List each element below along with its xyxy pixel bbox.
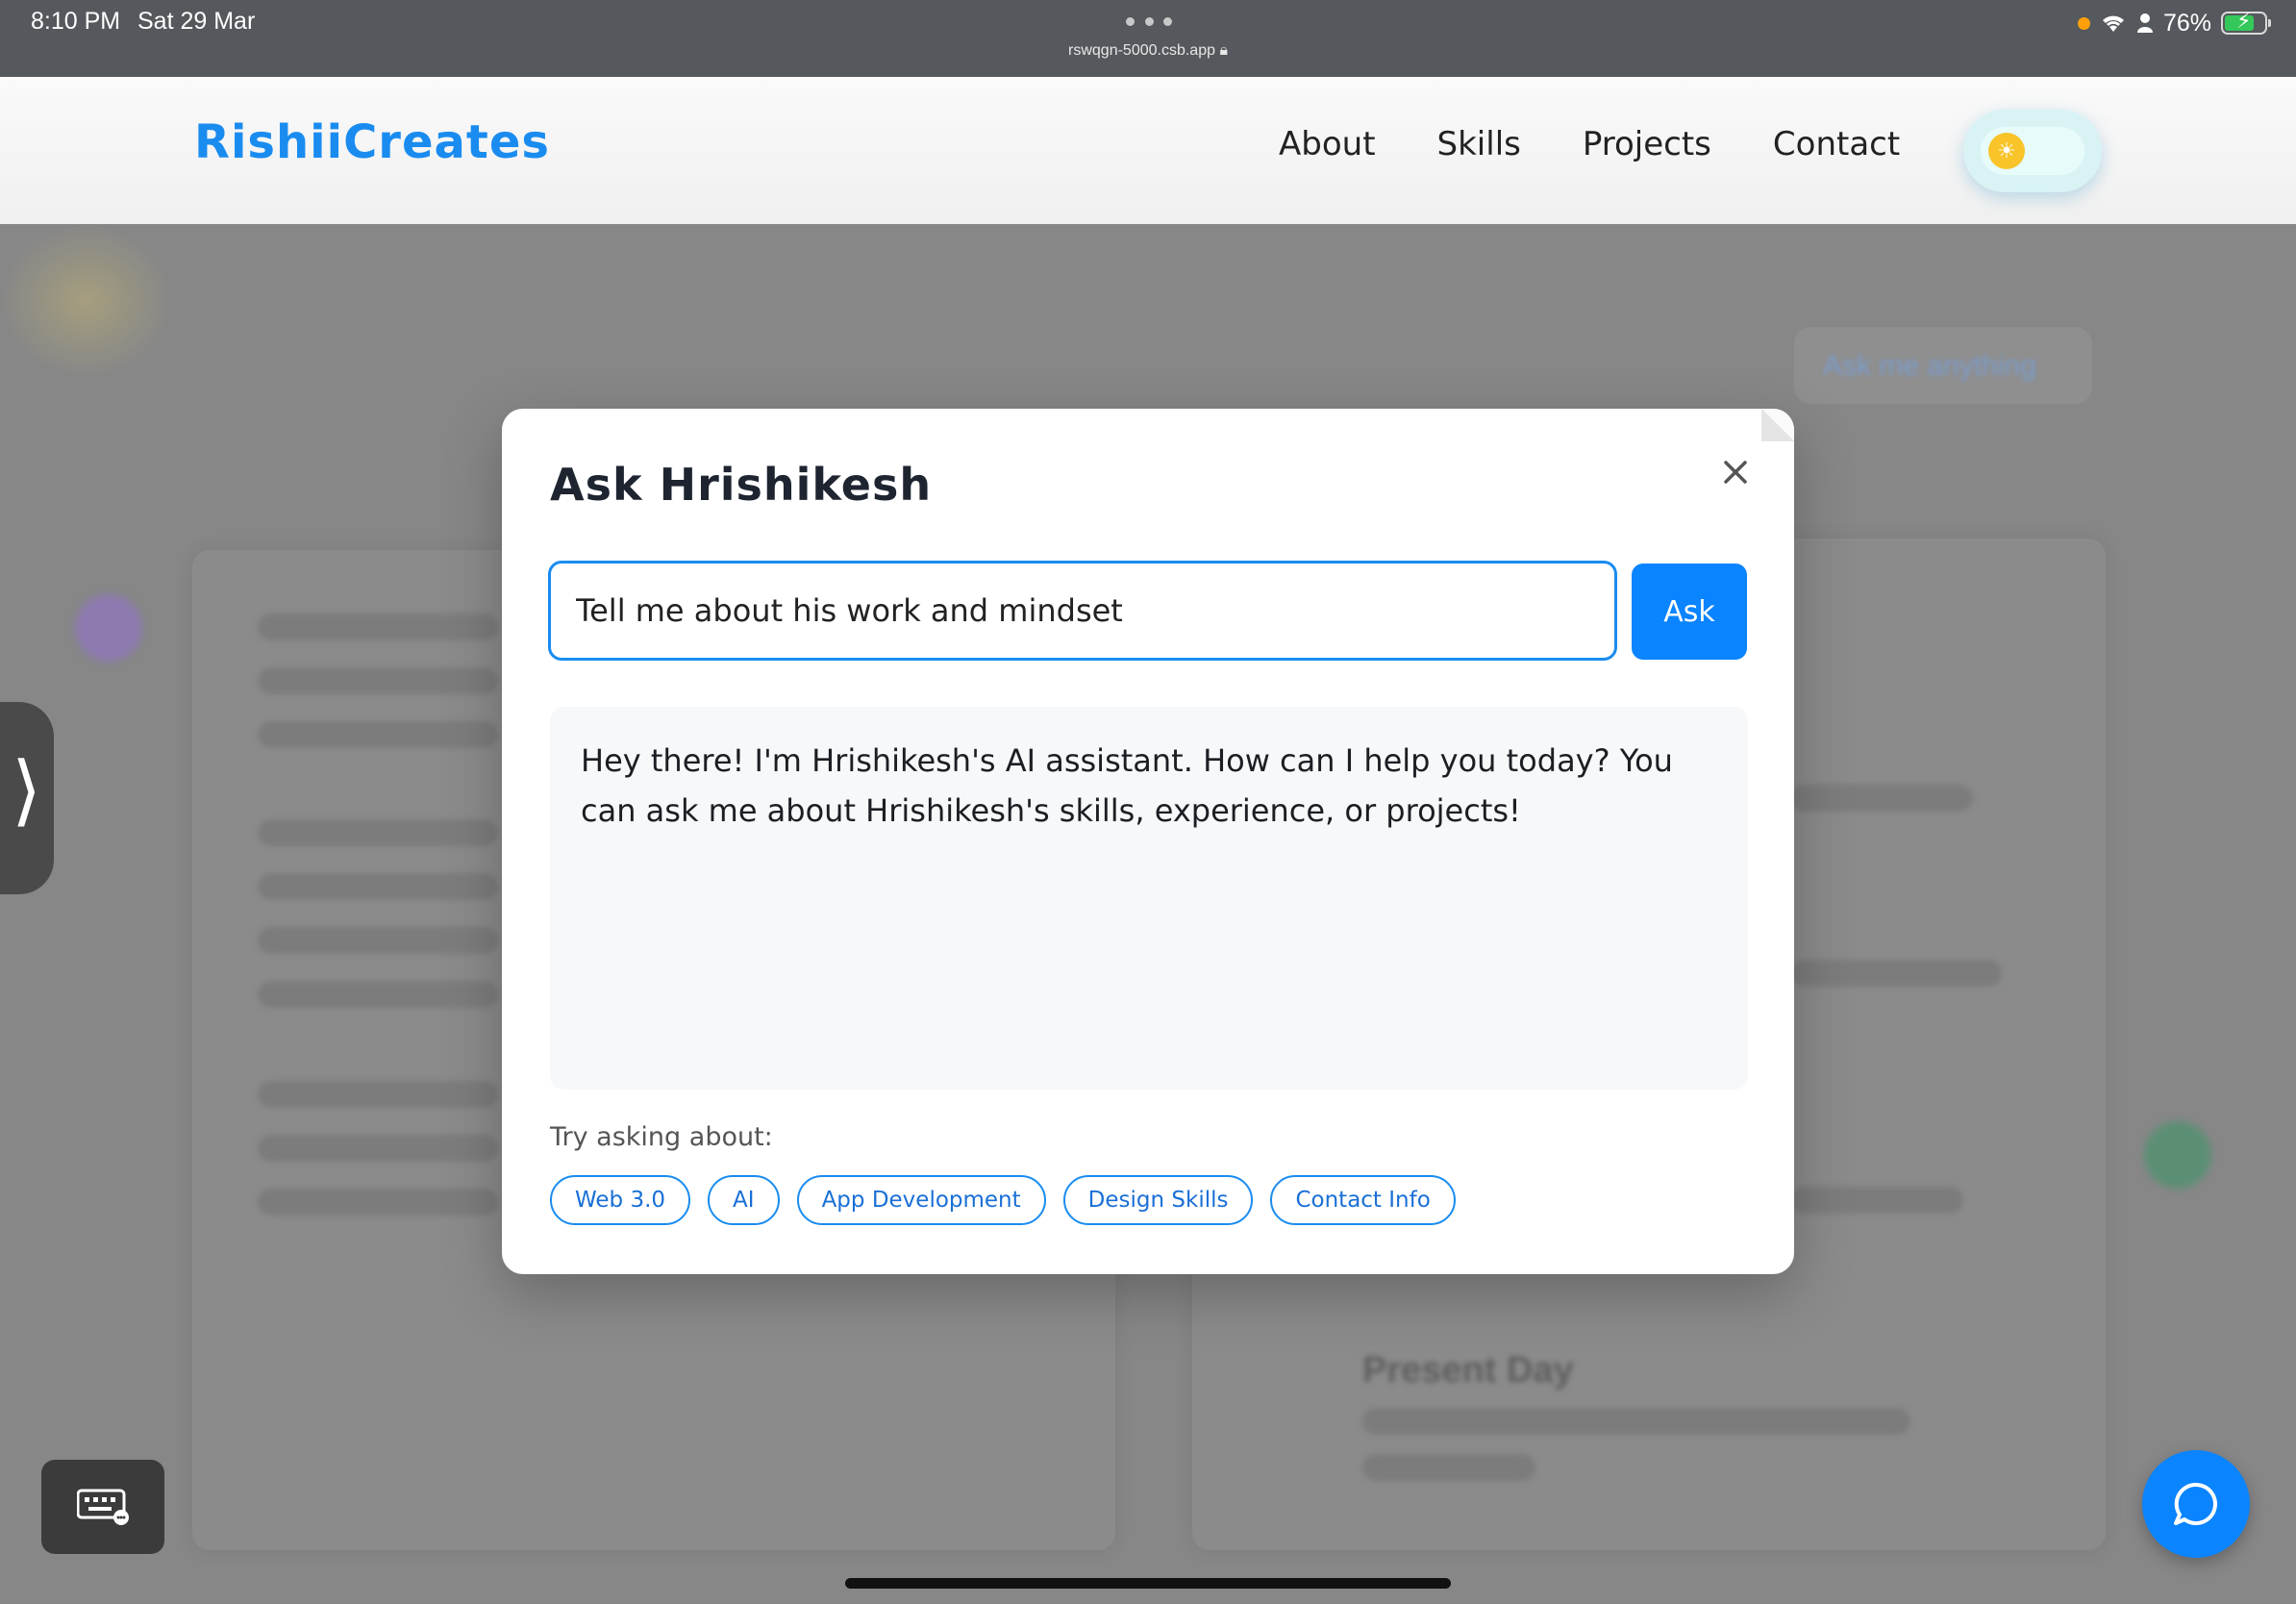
ask-button[interactable]: Ask	[1632, 564, 1747, 660]
bg-text-line	[258, 1135, 498, 1162]
bg-text-line	[258, 667, 498, 694]
status-time: 8:10 PM	[31, 8, 121, 35]
background-glow	[0, 224, 173, 378]
chevron-right-icon: ⟩	[12, 745, 42, 835]
more-dots-icon[interactable]	[1126, 17, 1172, 27]
site-header: RishiiCreates About Skills Projects Cont…	[0, 77, 2296, 224]
nav-about[interactable]: About	[1279, 125, 1376, 163]
status-bar: 8:10 PM Sat 29 Mar rswqgn-5000.csb.app 🔒…	[0, 0, 2296, 77]
bg-text-line	[1362, 1408, 1910, 1435]
close-icon[interactable]	[1716, 453, 1755, 491]
modal-title: Ask Hrishikesh	[550, 459, 933, 511]
theme-toggle[interactable]: ☀︎	[1963, 110, 2102, 192]
chip-contact-info[interactable]: Contact Info	[1270, 1175, 1456, 1225]
person-icon	[2136, 13, 2153, 33]
keyboard-button[interactable]	[41, 1460, 164, 1554]
battery-icon: ⚡︎	[2221, 9, 2271, 35]
side-panel-handle[interactable]: ⟩	[0, 702, 54, 894]
nav-projects[interactable]: Projects	[1583, 125, 1711, 163]
bg-text-line	[258, 873, 498, 900]
bg-text-line	[258, 981, 498, 1008]
chat-button[interactable]	[2142, 1450, 2250, 1558]
keyboard-icon	[77, 1489, 129, 1525]
response-box: Hey there! I'm Hrishikesh's AI assistant…	[550, 707, 1748, 1090]
chip-app-development[interactable]: App Development	[796, 1175, 1046, 1225]
bg-text-line	[1362, 1454, 1535, 1481]
question-input[interactable]	[548, 561, 1617, 661]
bg-text-line	[258, 614, 498, 640]
home-indicator[interactable]	[845, 1578, 1451, 1589]
chip-web3[interactable]: Web 3.0	[550, 1175, 691, 1225]
bg-text-line	[258, 1189, 498, 1216]
sun-icon: ☀︎	[1988, 133, 2025, 169]
bg-text-line	[1790, 1187, 1963, 1214]
status-date: Sat 29 Mar	[137, 8, 256, 35]
bg-text-line	[1790, 785, 1973, 812]
brand-logo[interactable]: RishiiCreates	[194, 115, 550, 169]
bg-ask-button: Ask me anything	[1794, 327, 2092, 404]
mic-indicator-icon	[2077, 16, 2090, 30]
chip-design-skills[interactable]: Design Skills	[1062, 1175, 1254, 1225]
nav-skills[interactable]: Skills	[1437, 125, 1521, 163]
wifi-icon	[2102, 15, 2124, 32]
bg-text-line	[1790, 960, 2002, 987]
bg-timeline-dot	[2144, 1121, 2211, 1189]
chip-ai[interactable]: AI	[708, 1175, 780, 1225]
nav-contact[interactable]: Contact	[1773, 125, 1900, 163]
chat-bubble-icon	[2174, 1482, 2217, 1525]
bg-text-line	[258, 721, 498, 748]
try-asking-label: Try asking about:	[550, 1122, 773, 1152]
address-url[interactable]: rswqgn-5000.csb.app 🔒︎	[0, 42, 2296, 60]
battery-percent: 76%	[2162, 9, 2211, 37]
main-nav: About Skills Projects Contact	[1279, 125, 1900, 163]
assistant-response: Hey there! I'm Hrishikesh's AI assistant…	[581, 742, 1673, 829]
status-indicators: 76% ⚡︎	[2077, 8, 2271, 38]
ask-modal: Ask Hrishikesh Ask Hey there! I'm Hrishi…	[502, 409, 1794, 1274]
bg-avatar	[75, 594, 142, 662]
bg-text-line	[258, 927, 498, 954]
bg-text-line	[258, 1081, 498, 1108]
suggestion-chips: Web 3.0 AI App Development Design Skills…	[550, 1175, 1456, 1225]
bg-timeline-heading: Present Day	[1362, 1350, 1574, 1391]
bg-text-line	[258, 819, 498, 846]
